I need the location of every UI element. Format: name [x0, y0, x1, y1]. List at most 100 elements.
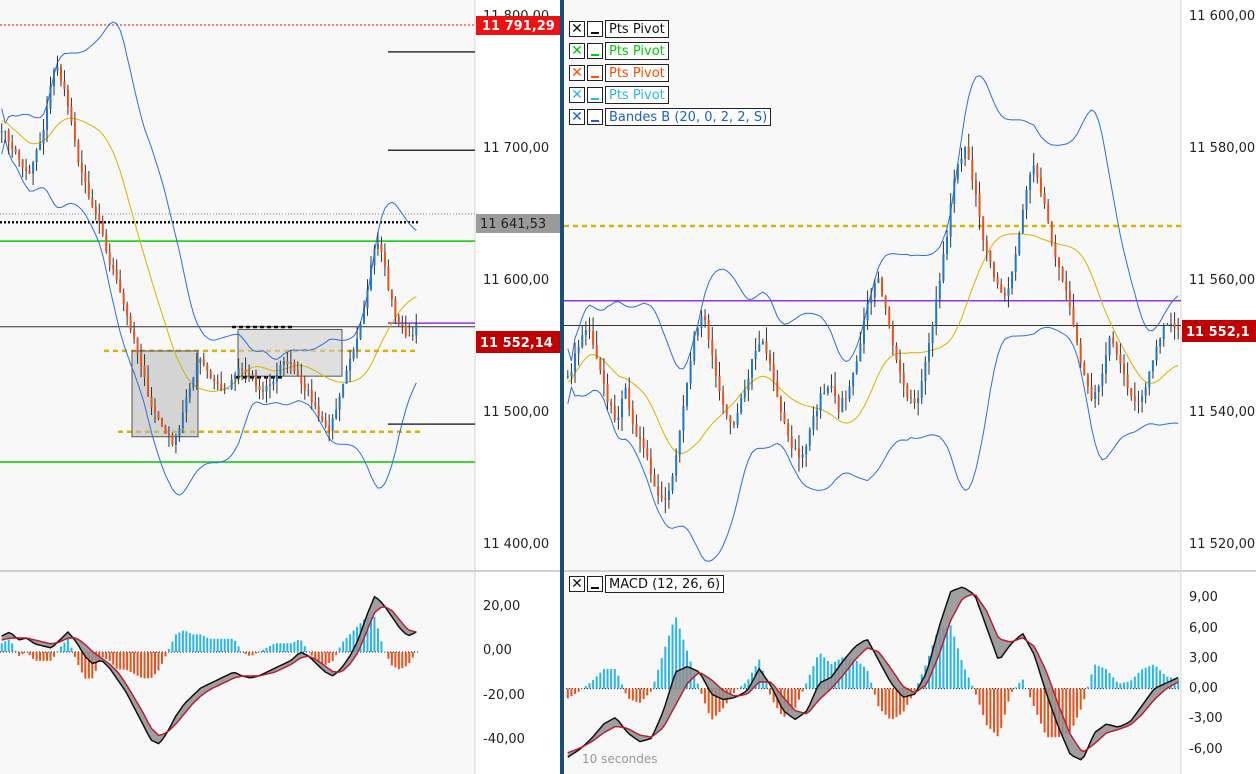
candle-body: [577, 346, 580, 354]
candle-body: [909, 397, 912, 399]
candle-body: [42, 130, 45, 144]
candle-body: [195, 362, 198, 378]
candle-body: [812, 416, 815, 430]
candle-body: [718, 375, 721, 392]
candle-body: [946, 236, 949, 254]
candle-body: [1119, 354, 1122, 364]
legend-row-pivot-green: ✕ Pts Pivot: [569, 42, 771, 60]
candle-body: [7, 130, 10, 143]
candle-body: [1097, 386, 1100, 392]
candle: [693, 331, 696, 365]
legend-label[interactable]: Bandes B (20, 0, 2, 2, S): [605, 108, 772, 126]
remove-indicator-icon[interactable]: ✕: [569, 21, 585, 37]
candle-body: [1083, 363, 1086, 376]
legend-label[interactable]: Pts Pivot: [605, 86, 669, 104]
candle-body: [255, 376, 258, 387]
right-macd-tick: 6,00: [1189, 621, 1218, 636]
candle-body: [610, 402, 613, 406]
candle-body: [671, 475, 674, 491]
candle-body: [667, 490, 670, 500]
candle-body: [884, 295, 887, 308]
candle-body: [920, 381, 923, 399]
candle-body: [56, 66, 59, 71]
candle-body: [25, 167, 28, 171]
candle: [359, 321, 362, 341]
candle-body: [1011, 271, 1014, 289]
candle-body: [202, 359, 205, 365]
candle-body: [971, 159, 974, 181]
right-macd-pane[interactable]: [564, 572, 1181, 774]
candle: [1061, 266, 1064, 283]
candle-body: [1148, 371, 1151, 388]
minimize-indicator-icon[interactable]: [587, 65, 603, 81]
candle-body: [136, 338, 139, 355]
candle-body: [1133, 395, 1136, 402]
right-price-tag-last: 11 552,1: [1182, 320, 1256, 342]
left-price-pane[interactable]: [0, 0, 475, 570]
minimize-indicator-icon[interactable]: [587, 109, 603, 125]
candle-body: [935, 299, 938, 326]
minimize-indicator-icon[interactable]: [587, 21, 603, 37]
candle-body: [342, 383, 345, 397]
candle-body: [289, 362, 292, 365]
candle-body: [729, 415, 732, 423]
legend-label[interactable]: Pts Pivot: [605, 20, 669, 38]
left-price-tag-mid: 11 641,53: [476, 214, 560, 233]
candle-body: [307, 390, 310, 392]
candle-body: [678, 430, 681, 455]
candle-body: [73, 121, 76, 142]
candle-body: [740, 397, 743, 413]
candle-body: [855, 361, 858, 374]
candle-body: [94, 206, 97, 214]
remove-indicator-icon[interactable]: ✕: [569, 65, 585, 81]
candle-body: [992, 262, 995, 278]
legend-row-pivot-cyan: ✕ Pts Pivot: [569, 86, 771, 104]
candle-body: [359, 323, 362, 339]
candle-body: [790, 436, 793, 449]
remove-indicator-icon[interactable]: ✕: [569, 576, 585, 592]
candle-body: [84, 172, 87, 183]
minimize-indicator-icon[interactable]: [587, 87, 603, 103]
candle-body: [1061, 267, 1064, 282]
candle-body: [1162, 325, 1165, 340]
legend-label[interactable]: Pts Pivot: [605, 64, 669, 82]
candle-body: [66, 89, 69, 107]
candle-body: [779, 397, 782, 413]
minimize-indicator-icon[interactable]: [587, 43, 603, 59]
candle-body: [722, 391, 725, 405]
candle-body: [989, 251, 992, 263]
remove-indicator-icon[interactable]: ✕: [569, 109, 585, 125]
legend-label[interactable]: Pts Pivot: [605, 42, 669, 60]
candle-body: [91, 197, 94, 207]
candle-body: [761, 341, 764, 345]
candle: [160, 417, 163, 428]
candle-body: [797, 448, 800, 458]
candle-body: [18, 151, 21, 160]
candle-body: [157, 411, 160, 419]
right-macd-tick: -6,00: [1189, 742, 1223, 757]
minimize-indicator-icon[interactable]: [587, 576, 603, 592]
left-macd-tick: -40,00: [483, 732, 525, 747]
legend-label[interactable]: MACD (12, 26, 6): [605, 575, 725, 593]
candle-body: [985, 240, 988, 252]
candle-body: [787, 422, 790, 437]
candle-body: [808, 429, 811, 447]
candle: [164, 424, 167, 435]
candle-body: [974, 180, 977, 195]
candle-body: [751, 359, 754, 379]
candle-body: [261, 390, 264, 392]
left-price-tick: 11 500,00: [483, 405, 549, 420]
candle-body: [230, 379, 233, 389]
candle-body: [366, 289, 369, 309]
candle-body: [63, 81, 66, 90]
candle-body: [837, 396, 840, 413]
candle: [77, 139, 80, 167]
candle-body: [1079, 343, 1082, 364]
candle-body: [119, 279, 122, 293]
panel-divider[interactable]: [560, 0, 564, 774]
remove-indicator-icon[interactable]: ✕: [569, 43, 585, 59]
remove-indicator-icon[interactable]: ✕: [569, 87, 585, 103]
candle-body: [401, 323, 404, 326]
candle: [881, 276, 884, 298]
candle-body: [46, 108, 49, 131]
